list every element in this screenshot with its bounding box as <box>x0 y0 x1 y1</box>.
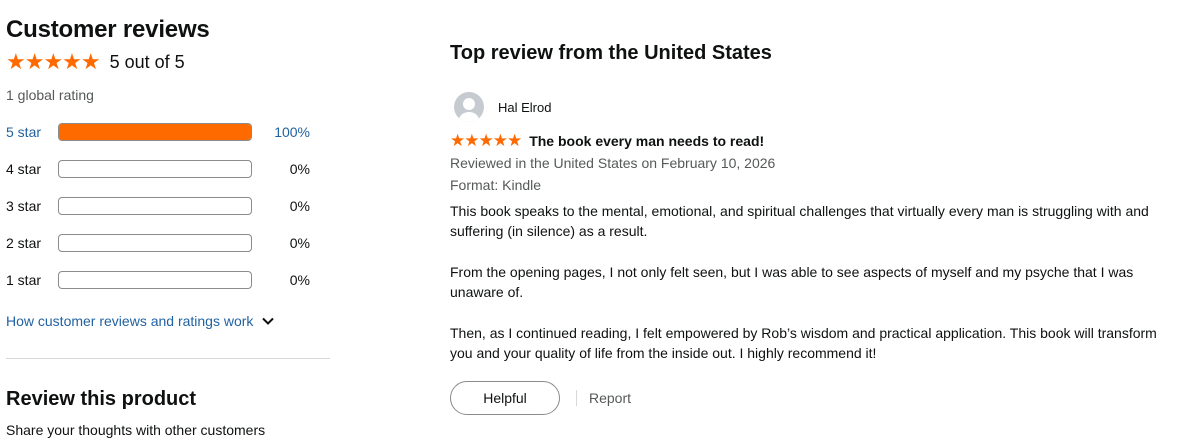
review-format: Format: Kindle <box>450 177 542 193</box>
chevron-down-icon[interactable] <box>261 314 275 328</box>
share-thoughts-text: Share your thoughts with other customers <box>6 422 266 438</box>
review-product-heading: Review this product <box>6 388 197 410</box>
average-rating: ★★★★★ 5 out of 5 <box>6 49 185 74</box>
reviewer-name[interactable]: Hal Elrod <box>498 100 551 115</box>
action-separator <box>576 390 577 406</box>
review-paragraph: From the opening pages, I not only felt … <box>450 264 1134 300</box>
histogram-bar <box>58 234 252 252</box>
histogram-row-2-star: 2 star 0% <box>6 233 310 253</box>
histogram-percent[interactable]: 100% <box>274 124 310 140</box>
helpful-button[interactable]: Helpful <box>450 381 560 415</box>
histogram-label: 3 star <box>6 198 42 214</box>
histogram-bar <box>58 271 252 289</box>
top-review-heading: Top review from the United States <box>450 42 772 64</box>
histogram-percent: 0% <box>289 272 310 288</box>
histogram-row-5-star[interactable]: 5 star 100% <box>6 122 310 142</box>
histogram-bar-fill <box>59 124 251 140</box>
review-date: Reviewed in the United States on Februar… <box>450 155 776 171</box>
global-rating-count: 1 global rating <box>6 87 94 103</box>
histogram-bar <box>58 160 252 178</box>
histogram-row-1-star: 1 star 0% <box>6 270 310 290</box>
section-divider <box>6 358 330 359</box>
review-paragraph: Then, as I continued reading, I felt emp… <box>450 325 1157 361</box>
average-stars-icon: ★★★★★ <box>6 49 101 74</box>
histogram-row-4-star: 4 star 0% <box>6 159 310 179</box>
review-paragraph: This book speaks to the mental, emotiona… <box>450 203 1149 239</box>
histogram-bar[interactable] <box>58 123 252 141</box>
review-actions: Helpful Report <box>450 381 631 415</box>
histogram-label: 4 star <box>6 161 42 177</box>
avatar[interactable] <box>454 92 484 122</box>
histogram-bar <box>58 197 252 215</box>
histogram-label: 1 star <box>6 272 42 288</box>
average-rating-text: 5 out of 5 <box>109 51 185 72</box>
review-body: This book speaks to the mental, emotiona… <box>450 201 1180 384</box>
histogram-label: 2 star <box>6 235 42 251</box>
review-title-row[interactable]: ★★★★★ The book every man needs to read! <box>450 131 764 151</box>
user-silhouette-icon <box>459 98 479 122</box>
histogram-percent: 0% <box>289 235 310 251</box>
reviewer-profile[interactable]: Hal Elrod <box>454 92 551 122</box>
how-reviews-work-label[interactable]: How customer reviews and ratings work <box>6 313 253 329</box>
how-reviews-work-link[interactable]: How customer reviews and ratings work <box>6 313 275 329</box>
histogram-percent: 0% <box>289 198 310 214</box>
review-stars-icon[interactable]: ★★★★★ <box>450 131 522 151</box>
customer-reviews-heading: Customer reviews <box>6 16 210 43</box>
histogram-label[interactable]: 5 star <box>6 124 56 140</box>
review-title[interactable]: The book every man needs to read! <box>529 133 764 149</box>
histogram-percent: 0% <box>289 161 310 177</box>
histogram-row-3-star: 3 star 0% <box>6 196 310 216</box>
report-link[interactable]: Report <box>589 390 631 406</box>
